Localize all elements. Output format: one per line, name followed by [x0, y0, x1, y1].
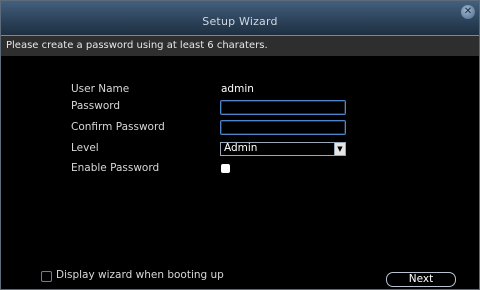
confirm-password-input[interactable] — [220, 120, 346, 135]
display-wizard-label: Display wizard when booting up — [56, 269, 224, 281]
confirm-password-label: Confirm Password — [71, 121, 165, 133]
setup-wizard-window: Setup Wizard ✕ Please create a password … — [0, 0, 480, 290]
level-selected-value: Admin — [224, 142, 258, 154]
password-input[interactable] — [220, 100, 346, 115]
close-icon[interactable]: ✕ — [461, 5, 475, 19]
enable-password-label: Enable Password — [71, 162, 160, 174]
title-bar: Setup Wizard ✕ — [1, 1, 479, 36]
level-label: Level — [71, 142, 99, 154]
next-button[interactable]: Next — [386, 272, 456, 287]
level-select[interactable]: Admin ▼ — [220, 142, 346, 156]
window-title: Setup Wizard — [202, 15, 278, 28]
password-label: Password — [71, 100, 121, 112]
username-value: admin — [221, 83, 254, 95]
enable-password-checkbox[interactable] — [221, 164, 230, 173]
password-hint: Please create a password using at least … — [6, 40, 268, 51]
username-label: User Name — [71, 83, 130, 95]
hint-bar: Please create a password using at least … — [1, 36, 479, 56]
display-wizard-checkbox[interactable] — [41, 271, 52, 282]
chevron-down-icon[interactable]: ▼ — [334, 143, 345, 155]
